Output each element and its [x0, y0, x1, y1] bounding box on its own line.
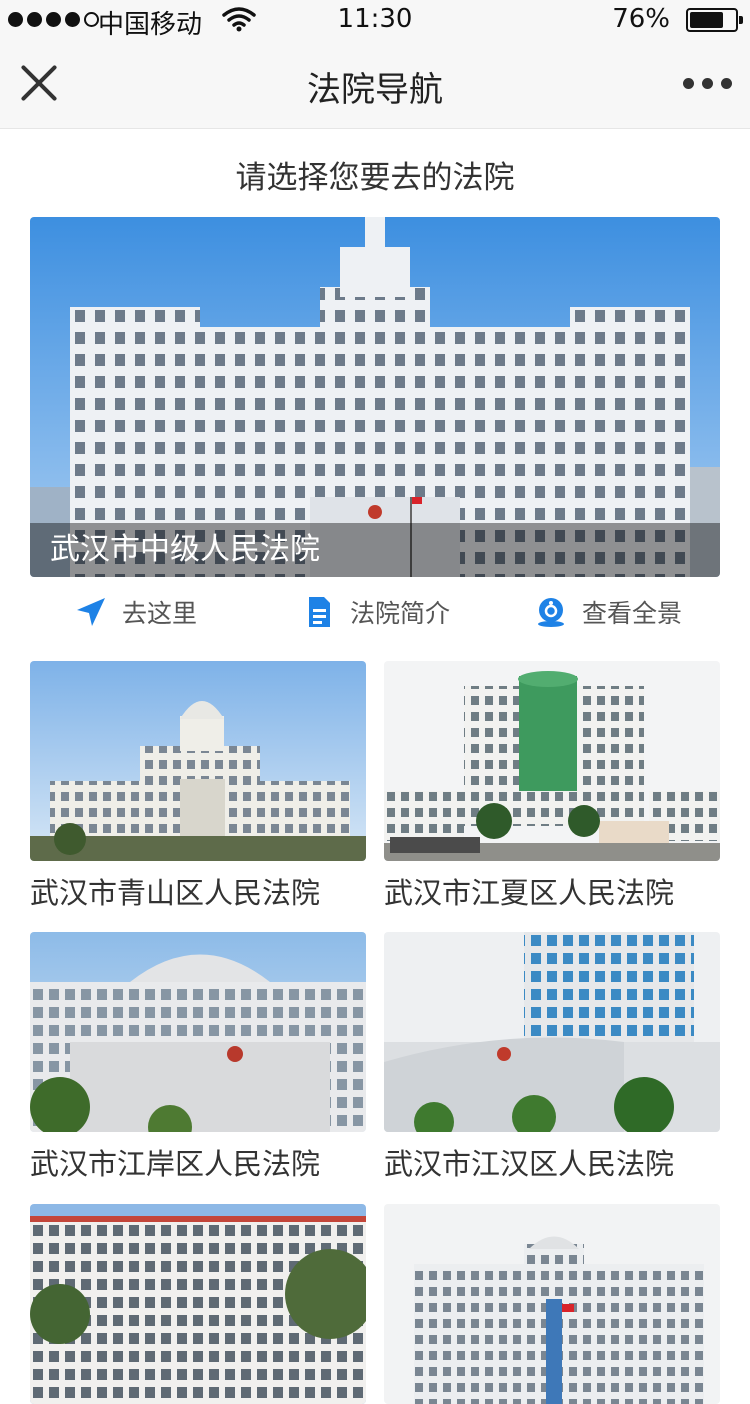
- court-intro-label: 法院简介: [350, 599, 451, 628]
- battery-icon: [686, 8, 743, 32]
- court-name-jianghan[interactable]: 武汉市江汉区人民法院: [384, 1141, 674, 1183]
- court-name-qingshan[interactable]: 武汉市青山区人民法院: [30, 870, 320, 912]
- court-name-jiangxia[interactable]: 武汉市江夏区人民法院: [384, 870, 674, 912]
- more-dots-icon[interactable]: [683, 78, 732, 89]
- court-photo-qingshan[interactable]: [30, 661, 366, 861]
- court-photo-5[interactable]: [30, 1204, 366, 1404]
- court-photo-6[interactable]: [384, 1204, 720, 1404]
- navigation-bar: 法院导航: [0, 40, 750, 129]
- featured-court-photo[interactable]: 武汉市中级人民法院: [30, 217, 720, 577]
- battery-percentage: 76%: [612, 4, 670, 34]
- page-title: 法院导航: [307, 70, 443, 110]
- view-panorama-button[interactable]: 查看全景: [534, 584, 682, 640]
- court-photo-jiangxia[interactable]: [384, 661, 720, 861]
- court-name-jiangan[interactable]: 武汉市江岸区人民法院: [30, 1141, 320, 1183]
- panorama-icon: [538, 598, 564, 627]
- go-here-button[interactable]: 去这里: [74, 584, 197, 640]
- view-panorama-label: 查看全景: [582, 599, 683, 628]
- document-icon: [309, 597, 330, 627]
- navigation-arrow-icon: [77, 598, 105, 626]
- court-photo-jianghan[interactable]: [384, 932, 720, 1132]
- page-subtitle: 请选择您要去的法院: [235, 160, 515, 196]
- go-here-label: 去这里: [122, 599, 198, 628]
- featured-court-name: 武汉市中级人民法院: [30, 523, 720, 577]
- status-bar: 中国移动 11:30 76%: [0, 0, 750, 40]
- court-intro-button[interactable]: 法院简介: [302, 584, 450, 640]
- featured-actions: 去这里 法院简介 查看全景: [30, 584, 720, 640]
- court-photo-jiangan[interactable]: [30, 932, 366, 1132]
